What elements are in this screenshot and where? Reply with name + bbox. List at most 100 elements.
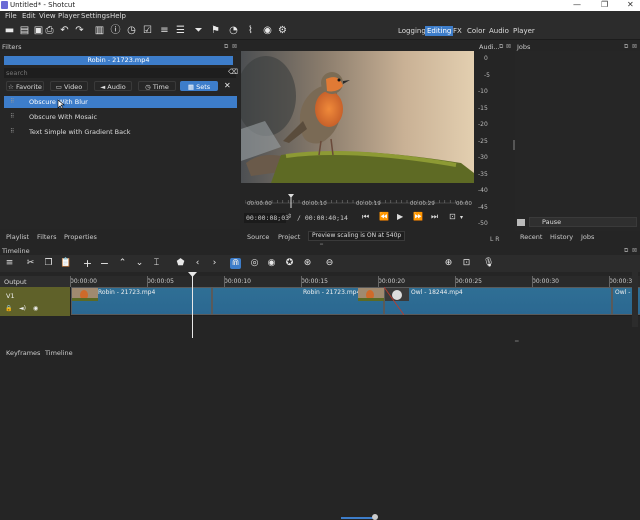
- vertical-scrollbar[interactable]: [632, 272, 638, 327]
- cut-icon[interactable]: ✂: [25, 258, 36, 269]
- minimize-icon[interactable]: —: [573, 0, 581, 9]
- timeline-icon[interactable]: ☰: [175, 25, 186, 36]
- mute-icon[interactable]: ◄): [19, 305, 26, 312]
- append-icon[interactable]: +: [82, 258, 93, 269]
- filter-item-text-gradient[interactable]: ⠿ Text Simple with Gradient Back: [4, 126, 237, 138]
- peak-meter-icon[interactable]: ▥: [94, 25, 105, 36]
- skip-to-end-icon[interactable]: ⏭: [431, 212, 438, 222]
- layout-player[interactable]: Player: [511, 26, 537, 36]
- tab-history[interactable]: History: [550, 233, 573, 241]
- timecode-spinner-icon[interactable]: ⇕: [287, 213, 292, 220]
- clip-robin-1[interactable]: Robin - 21723.mp4: [71, 287, 212, 315]
- ripple-all-icon[interactable]: ✪: [284, 258, 295, 269]
- maximize-icon[interactable]: ❐: [601, 0, 608, 9]
- zoom-slider-handle[interactable]: [372, 514, 378, 520]
- menu-help[interactable]: Help: [110, 12, 126, 20]
- zoom-in-icon[interactable]: ⊕: [443, 258, 454, 269]
- tab-playlist[interactable]: Playlist: [6, 233, 29, 241]
- filter-search[interactable]: [4, 68, 236, 78]
- split-icon[interactable]: ⌶: [151, 258, 162, 269]
- tab-filters[interactable]: Filters: [37, 233, 56, 241]
- layout-audio[interactable]: Audio: [487, 26, 511, 36]
- fast-forward-icon[interactable]: ⏩: [413, 212, 423, 221]
- panel-close-icon[interactable]: ⊠: [232, 43, 237, 50]
- tab-time[interactable]: ◷ Time: [138, 81, 176, 91]
- copy-icon[interactable]: ❐: [43, 258, 54, 269]
- timeline-ruler[interactable]: 00:00:00 00:00:05 00:00:10 00:00:15 00:00:20…: [70, 276, 640, 287]
- dropdown-chevron-icon[interactable]: ▾: [460, 214, 463, 221]
- record-audio-icon[interactable]: 🎙: [483, 258, 494, 269]
- paste-icon[interactable]: 📋: [60, 258, 71, 269]
- open-file-icon[interactable]: ▬: [4, 25, 15, 36]
- tab-source[interactable]: Source: [247, 233, 269, 241]
- playlist-icon[interactable]: ≡: [159, 25, 170, 36]
- layout-editing[interactable]: Editing: [425, 26, 454, 36]
- ripple-icon[interactable]: ◉: [266, 258, 277, 269]
- scrub-drag-icon[interactable]: ◎: [249, 258, 260, 269]
- tab-favorite[interactable]: ☆ Favorite: [6, 81, 44, 91]
- current-timecode[interactable]: 00:00:08;03: [244, 213, 289, 223]
- zoom-out-icon[interactable]: ⊖: [324, 258, 335, 269]
- layout-fx[interactable]: FX: [451, 26, 464, 36]
- playhead-handle[interactable]: [188, 272, 197, 277]
- lift-icon[interactable]: ⌃: [117, 258, 128, 269]
- tab-timeline[interactable]: Timeline: [45, 349, 73, 357]
- track-header-v1[interactable]: V1 🔒 ◄) ◉: [0, 287, 70, 316]
- panel-close-icon[interactable]: ⊠: [506, 43, 511, 50]
- prev-marker-icon[interactable]: ‹: [192, 258, 203, 269]
- export-icon[interactable]: ◉: [262, 25, 273, 36]
- tab-properties[interactable]: Properties: [64, 233, 97, 241]
- panel-close-icon[interactable]: ⊠: [632, 247, 637, 254]
- save-icon[interactable]: ▣: [33, 25, 44, 36]
- layout-color[interactable]: Color: [465, 26, 487, 36]
- tab-audio[interactable]: ◄ Audio: [94, 81, 132, 91]
- menu-player[interactable]: Player: [58, 12, 80, 20]
- tab-recent[interactable]: Recent: [520, 233, 542, 241]
- save-as-icon[interactable]: ⎙: [44, 25, 55, 36]
- zoom-fit-icon[interactable]: ⊡: [461, 258, 472, 269]
- menu-file[interactable]: File: [5, 12, 17, 20]
- panel-float-icon[interactable]: ⧉: [499, 43, 503, 51]
- close-icon[interactable]: ✕: [627, 0, 634, 9]
- next-marker-icon[interactable]: ›: [209, 258, 220, 269]
- marker-icon[interactable]: ⬟: [175, 258, 186, 269]
- eye-icon[interactable]: ◉: [33, 305, 38, 312]
- search-input[interactable]: [4, 68, 236, 78]
- panel-close-icon[interactable]: ⊠: [632, 43, 637, 50]
- markers-icon[interactable]: ⚑: [210, 25, 221, 36]
- menu-view[interactable]: View: [39, 12, 56, 20]
- rewind-icon[interactable]: ⏪: [379, 212, 389, 221]
- timeline-menu-icon[interactable]: ≡: [4, 258, 15, 269]
- skip-to-start-icon[interactable]: ⏮: [362, 212, 369, 222]
- video-preview[interactable]: [241, 51, 474, 183]
- splitter-handle[interactable]: ═: [515, 338, 519, 345]
- pause-button[interactable]: Pause: [529, 217, 637, 227]
- transition-marker[interactable]: [384, 287, 404, 315]
- overwrite-icon[interactable]: ⌄: [134, 258, 145, 269]
- play-icon[interactable]: ▶: [397, 212, 403, 221]
- history-icon[interactable]: ⌇: [245, 25, 256, 36]
- open-other-icon[interactable]: ▤: [19, 25, 30, 36]
- layout-logging[interactable]: Logging: [396, 26, 428, 36]
- snap-icon[interactable]: ⋒: [230, 258, 241, 269]
- notes-icon[interactable]: ☑: [142, 25, 153, 36]
- filter-item-obscure-blur[interactable]: ⠿ Obscure With Blur: [4, 96, 237, 108]
- tab-project[interactable]: Project: [278, 233, 300, 241]
- tab-sets[interactable]: ▦ Sets: [180, 81, 218, 91]
- redo-icon[interactable]: ↷: [74, 25, 85, 36]
- filters-icon[interactable]: ⏷: [193, 25, 204, 36]
- keyframes-icon[interactable]: ◔: [228, 25, 239, 36]
- close-filter-picker-icon[interactable]: ✕: [224, 81, 231, 90]
- undo-icon[interactable]: ↶: [59, 25, 70, 36]
- zoom-grid-icon[interactable]: ⊡: [449, 212, 456, 221]
- tab-keyframes[interactable]: Keyframes: [6, 349, 40, 357]
- clip-robin-2[interactable]: Robin - 21723.mp4: [212, 287, 384, 315]
- panel-float-icon[interactable]: ⧉: [624, 247, 628, 255]
- tab-jobs[interactable]: Jobs: [581, 233, 594, 241]
- jobs-menu-icon[interactable]: [517, 219, 525, 226]
- menu-edit[interactable]: Edit: [22, 12, 36, 20]
- playhead[interactable]: [192, 272, 193, 338]
- lock-icon[interactable]: 🔒: [5, 305, 12, 312]
- properties-icon[interactable]: ⓘ: [110, 25, 121, 36]
- filter-item-obscure-mosaic[interactable]: ⠿ Obscure With Mosaic: [4, 111, 237, 123]
